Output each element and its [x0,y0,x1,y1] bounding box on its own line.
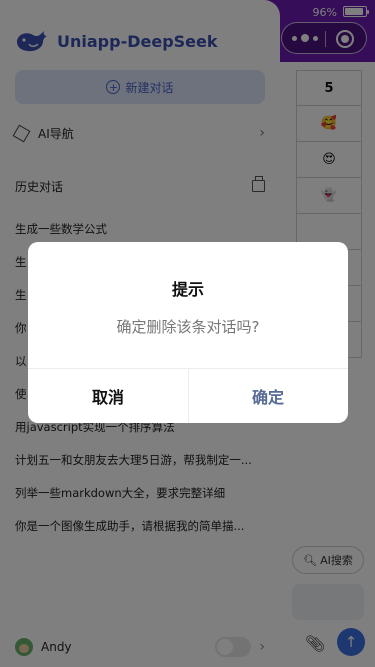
dialog-title: 提示 [171,280,204,299]
confirm-button[interactable]: 确定 [188,369,348,423]
cancel-button[interactable]: 取消 [28,369,188,423]
dialog-message: 确定删除该条对话吗? [116,318,260,336]
confirm-dialog: 提示 确定删除该条对话吗? 取消 确定 [28,242,348,423]
